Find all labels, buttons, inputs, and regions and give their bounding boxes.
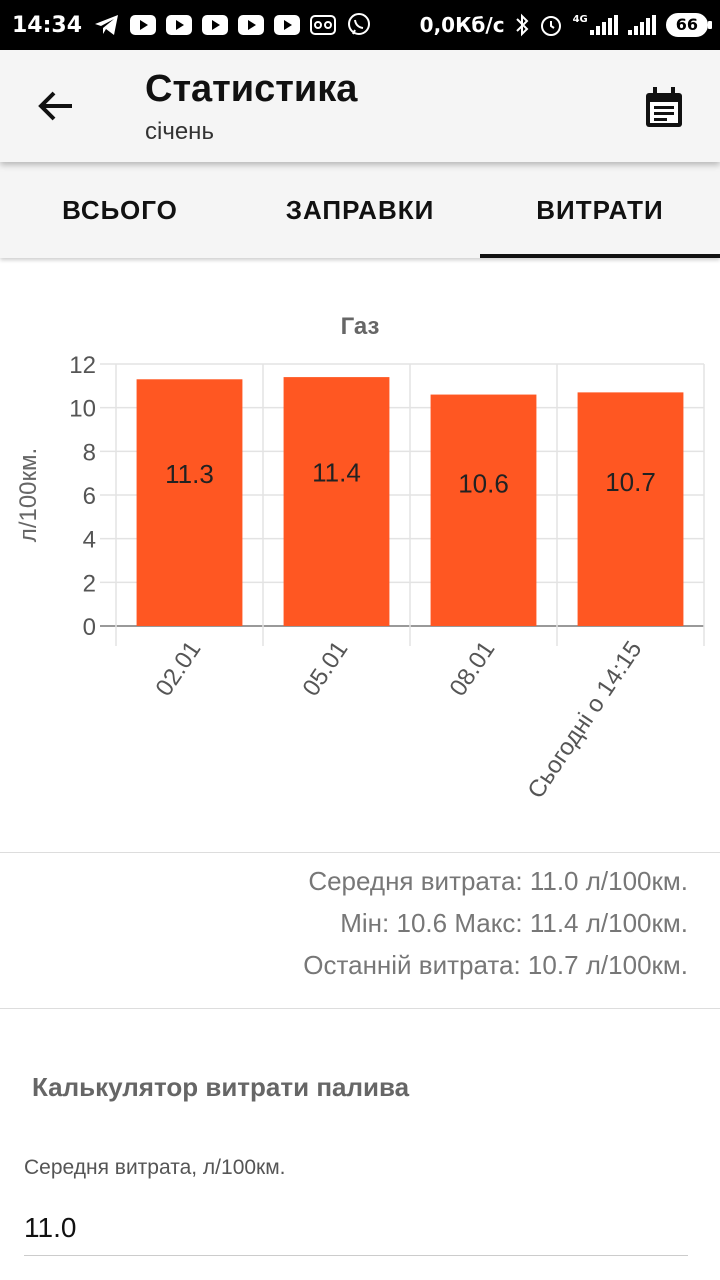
viber-icon — [348, 13, 371, 35]
avg-consumption-input[interactable] — [24, 1200, 688, 1256]
chart-title: Газ — [341, 313, 380, 340]
arrow-left-icon — [38, 91, 72, 121]
calendar-button[interactable] — [638, 82, 690, 134]
status-bar: 14:34 0,0Кб/с 4G 66 — [0, 0, 720, 50]
voicemail-icon — [310, 15, 337, 35]
chart-bar — [430, 394, 537, 626]
page-subtitle: січень — [145, 118, 214, 145]
alarm-icon — [540, 16, 561, 36]
calculator-title: Калькулятор витрати палива — [32, 1072, 410, 1102]
youtube-icon — [130, 15, 157, 35]
avg-consumption-label: Середня витрата, л/100км. — [24, 1156, 286, 1179]
youtube-icon — [166, 15, 193, 35]
notification-icons — [94, 12, 372, 38]
youtube-icon — [238, 15, 265, 35]
x-tick-label: 05.01 — [298, 636, 354, 701]
y-tick-label: 8 — [83, 439, 96, 466]
youtube-icon — [274, 15, 301, 35]
y-axis-label: л/100км. — [15, 448, 42, 542]
stat-last: Останній витрата: 10.7 л/100км. — [303, 950, 688, 980]
tab-total[interactable]: ВСЬОГО — [0, 162, 240, 258]
battery-icon: 66 — [665, 13, 713, 37]
stat-average: Середня витрата: 11.0 л/100км. — [308, 866, 688, 896]
net-speed: 0,0Кб/с — [419, 13, 505, 37]
tab-consumption[interactable]: ВИТРАТИ — [480, 162, 720, 258]
chart-bar — [577, 392, 684, 626]
bar-value-label: 11.3 — [165, 459, 214, 489]
chart-bar — [283, 377, 390, 626]
page-title: Статистика — [145, 68, 358, 110]
bar-value-label: 11.4 — [312, 458, 361, 488]
calendar-icon — [646, 87, 682, 127]
x-tick-label: Сьогодні о 14:15 — [522, 636, 647, 803]
status-right: 0,0Кб/с 4G 66 — [419, 13, 713, 37]
telegram-icon — [95, 15, 119, 35]
stat-minmax: Мін: 10.6 Макс: 11.4 л/100км. — [340, 908, 688, 938]
chart-bar — [136, 379, 243, 626]
y-tick-label: 6 — [83, 483, 96, 510]
app-bar: Статистика січень — [0, 50, 720, 162]
youtube-icon — [202, 15, 229, 35]
bar-value-label: 10.6 — [458, 469, 509, 499]
stats-summary: Середня витрата: 11.0 л/100км. Мін: 10.6… — [0, 860, 720, 986]
y-tick-label: 4 — [83, 527, 96, 554]
signal-bars-icon — [627, 15, 656, 35]
divider — [0, 1008, 720, 1009]
x-tick-label: 08.01 — [445, 636, 501, 701]
signal-bars-icon — [589, 15, 618, 35]
x-tick-label: 02.01 — [151, 636, 207, 701]
y-tick-label: 12 — [69, 352, 96, 379]
y-tick-label: 2 — [83, 570, 96, 597]
divider — [0, 852, 720, 853]
y-tick-label: 0 — [83, 614, 96, 641]
status-time: 14:34 — [12, 12, 83, 38]
bluetooth-icon — [515, 13, 528, 37]
signal-group: 4G — [573, 15, 618, 35]
consumption-chart: Газ л/100км. 0 2 4 6 8 10 12 11.3 02.01 11.4 05.01 10… — [0, 290, 720, 830]
y-tick-label: 10 — [69, 396, 96, 423]
tab-refuels[interactable]: ЗАПРАВКИ — [240, 162, 480, 258]
bar-value-label: 10.7 — [605, 467, 656, 497]
chart-svg: Газ л/100км. 0 2 4 6 8 10 12 11.3 02.01 11.4 05.01 10… — [15, 313, 705, 804]
back-button[interactable] — [30, 84, 82, 128]
tab-bar: ВСЬОГО ЗАПРАВКИ ВИТРАТИ — [0, 162, 720, 258]
network-type: 4G — [572, 14, 588, 25]
